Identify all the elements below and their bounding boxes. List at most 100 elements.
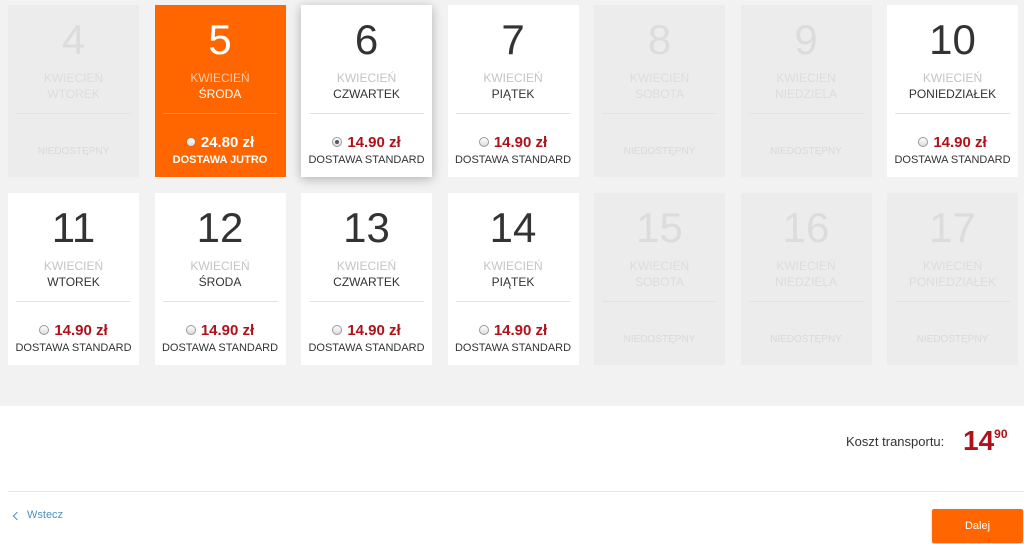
- delivery-type: DOSTAWA STANDARD: [161, 342, 279, 354]
- price-label: 14.90 zł: [347, 321, 401, 339]
- unavailable-label: NIEDOSTĘPNY: [623, 334, 696, 345]
- delivery-type: DOSTAWA STANDARD: [308, 342, 425, 354]
- back-link-label: Wstecz: [27, 509, 64, 521]
- day-weekday: WTOREK: [47, 275, 100, 289]
- day-card[interactable]: 10 KWIECIEŃ PONIEDZIAŁEK 14.90 zł DOSTAWA ST…: [887, 5, 1018, 177]
- day-number: 10: [929, 16, 976, 63]
- cost-decimals: 90: [994, 427, 1008, 441]
- radio-button[interactable]: [332, 137, 343, 147]
- delivery-type: DOSTAWA STANDARD: [454, 154, 572, 166]
- next-button[interactable]: Dalej: [932, 509, 1023, 543]
- day-card[interactable]: 5 KWIECIEŃ ŚRODA 24.80 zł DOSTAWA JUTRO: [154, 5, 286, 177]
- price-label: 14.90 zł: [933, 133, 987, 151]
- footer-divider: [8, 491, 1024, 492]
- price-option[interactable]: 14.90 zł: [887, 133, 1018, 151]
- price-label: 24.80 zł: [200, 133, 255, 151]
- day-month: KWIECIEŃ: [922, 71, 983, 85]
- day-card: 16 KWIECIEŃ NIEDZIELA NIEDOSTĘPNY: [740, 193, 872, 365]
- day-number: 6: [354, 16, 379, 63]
- day-card[interactable]: 6 KWIECIEŃ CZWARTEK 14.90 zł DOSTAWA STANDAR…: [301, 5, 432, 177]
- unavailable-label: NIEDOSTĘPNY: [770, 334, 842, 345]
- day-month: KWIECIEŃ: [336, 259, 397, 273]
- radio-button[interactable]: [918, 137, 929, 147]
- card-divider: [162, 301, 278, 302]
- back-link[interactable]: Wstecz: [12, 509, 64, 521]
- card-divider: [895, 301, 1010, 302]
- radio-button[interactable]: [39, 325, 50, 335]
- day-number: 8: [647, 16, 672, 63]
- price-label: 14.90 zł: [493, 321, 548, 339]
- price-label: 14.90 zł: [200, 321, 255, 339]
- day-number: 16: [782, 204, 830, 251]
- delivery-type: DOSTAWA STANDARD: [308, 154, 425, 166]
- day-number: 12: [196, 204, 244, 251]
- day-card: 17 KWIECIEŃ PONIEDZIAŁEK NIEDOSTĘPNY: [887, 193, 1018, 365]
- day-card[interactable]: 11 KWIECIEŃ WTOREK 14.90 zł DOSTAWA STANDARD: [8, 193, 139, 365]
- day-grid: 4 KWIECIEŃ WTOREK NIEDOSTĘPNY 5 KWIECIEŃ ŚRODA…: [8, 5, 1024, 365]
- radio-button[interactable]: [478, 325, 489, 335]
- price-label: 14.90 zł: [347, 133, 401, 151]
- day-number: 4: [61, 16, 86, 63]
- day-weekday: ŚRODA: [198, 275, 242, 289]
- price-label: 14.90 zł: [54, 321, 108, 339]
- day-number: 7: [501, 16, 525, 63]
- card-divider: [602, 113, 717, 114]
- price-option[interactable]: 14.90 zł: [155, 321, 286, 339]
- day-card[interactable]: 13 KWIECIEŃ CZWARTEK 14.90 zł DOSTAWA STANDA…: [301, 193, 432, 365]
- price-option[interactable]: 14.90 zł: [8, 321, 139, 339]
- day-card: 4 KWIECIEŃ WTOREK NIEDOSTĘPNY: [8, 5, 139, 177]
- radio-button[interactable]: [185, 325, 196, 335]
- day-card[interactable]: 7 KWIECIEŃ PIĄTEK 14.90 zł DOSTAWA STANDARD: [447, 5, 579, 177]
- unavailable-label: NIEDOSTĘPNY: [623, 146, 696, 157]
- card-divider: [16, 113, 131, 114]
- day-number: 11: [51, 204, 96, 251]
- delivery-type: DOSTAWA JUTRO: [172, 154, 268, 166]
- day-weekday: CZWARTEK: [333, 275, 400, 289]
- unavailable-label: NIEDOSTĘPNY: [37, 146, 110, 157]
- day-month: KWIECIEŃ: [629, 259, 690, 273]
- price-option[interactable]: 14.90 zł: [448, 133, 579, 151]
- day-weekday: PONIEDZIAŁEK: [908, 87, 997, 101]
- price-option[interactable]: 14.90 zł: [301, 321, 432, 339]
- card-divider: [455, 301, 571, 302]
- price-option[interactable]: 14.90 zł: [448, 321, 579, 339]
- price-option[interactable]: 14.90 zł: [301, 133, 432, 151]
- card-divider: [602, 301, 717, 302]
- day-month: KWIECIEŃ: [43, 259, 104, 273]
- price-option[interactable]: 24.80 zł: [155, 133, 286, 151]
- day-month: KWIECIEŃ: [629, 71, 690, 85]
- unavailable-label: NIEDOSTĘPNY: [916, 334, 989, 345]
- card-divider: [455, 113, 571, 114]
- card-divider: [748, 301, 864, 302]
- day-card: 8 KWIECIEŃ SOBOTA NIEDOSTĘPNY: [594, 5, 725, 177]
- transport-cost-value: 1490: [963, 424, 1008, 463]
- day-weekday: NIEDZIELA: [774, 275, 837, 289]
- day-weekday: PIĄTEK: [491, 275, 535, 289]
- day-month: KWIECIEŃ: [483, 71, 543, 85]
- radio-button[interactable]: [185, 137, 196, 147]
- delivery-calendar: 4 KWIECIEŃ WTOREK NIEDOSTĘPNY 5 KWIECIEŃ ŚRODA…: [0, 0, 1024, 406]
- chevron-left-icon: [12, 511, 22, 520]
- day-month: KWIECIEŃ: [922, 259, 983, 273]
- card-divider: [16, 301, 131, 302]
- price-label: 14.90 zł: [493, 133, 548, 151]
- card-divider: [162, 113, 278, 114]
- radio-button[interactable]: [332, 325, 343, 335]
- unavailable-label: NIEDOSTĘPNY: [770, 146, 842, 157]
- day-month: KWIECIEŃ: [776, 259, 836, 273]
- day-month: KWIECIEŃ: [43, 71, 104, 85]
- card-divider: [895, 113, 1010, 114]
- radio-button[interactable]: [478, 137, 489, 147]
- day-number: 17: [929, 204, 976, 251]
- card-divider: [309, 113, 424, 114]
- day-weekday: PONIEDZIAŁEK: [908, 275, 997, 289]
- card-divider: [309, 301, 424, 302]
- day-month: KWIECIEŃ: [483, 259, 543, 273]
- day-weekday: SOBOTA: [634, 275, 685, 289]
- day-card[interactable]: 14 KWIECIEŃ PIĄTEK 14.90 zł DOSTAWA STANDARD: [447, 193, 579, 365]
- day-month: KWIECIEŃ: [776, 71, 836, 85]
- day-card[interactable]: 12 KWIECIEŃ ŚRODA 14.90 zł DOSTAWA STANDARD: [154, 193, 286, 365]
- day-weekday: NIEDZIELA: [774, 87, 837, 101]
- transport-cost-label: Koszt transportu:: [846, 434, 945, 449]
- day-weekday: CZWARTEK: [333, 87, 400, 101]
